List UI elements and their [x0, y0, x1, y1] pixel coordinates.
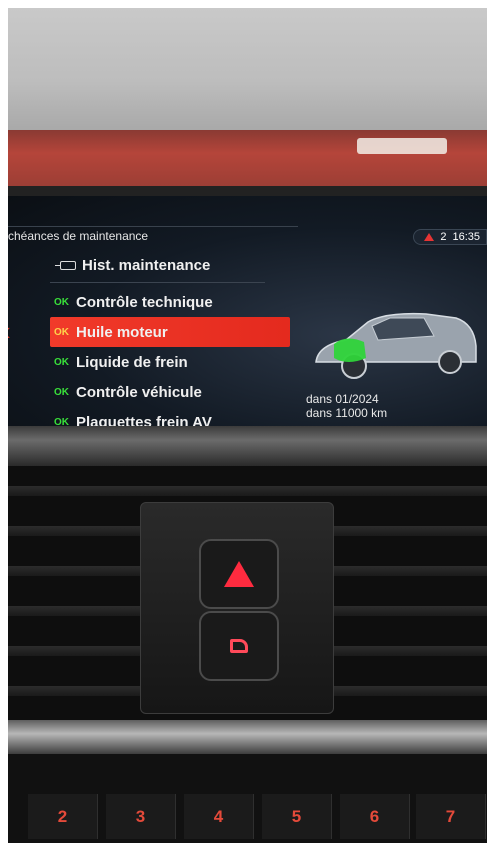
garage-light [357, 138, 447, 154]
screen-bezel [8, 426, 487, 466]
car-illustration-icon [315, 312, 477, 379]
menu-item-label: Huile moteur [76, 323, 168, 341]
menu-item-plaquettes-frein-av[interactable]: OK Plaquettes frein AV [50, 407, 290, 429]
ceiling [8, 8, 487, 130]
maintenance-detail: dans 01/2024 dans 11000 km [306, 392, 387, 420]
menu-item-hist-maintenance[interactable]: Hist. maintenance [50, 250, 290, 280]
due-distance: dans 11000 km [306, 406, 388, 420]
menu-item-label: Liquide de frein [76, 353, 188, 371]
preset-key-4[interactable]: 4 [184, 794, 254, 839]
menu-item-huile-moteur[interactable]: OK Huile moteur [50, 317, 290, 347]
door-lock-button[interactable] [199, 611, 279, 681]
title-divider [8, 226, 298, 227]
chevron-left-icon[interactable]: ‹ [8, 316, 11, 347]
due-date: dans 01/2024 [306, 392, 379, 406]
ok-badge: OK [54, 356, 69, 368]
menu-item-label: Hist. maintenance [82, 256, 211, 274]
menu-item-controle-vehicule[interactable]: OK Contrôle véhicule [50, 377, 290, 407]
ok-badge: OK [54, 386, 69, 398]
menu-item-controle-technique[interactable]: OK Contrôle technique [50, 287, 290, 317]
hazard-button[interactable] [199, 539, 279, 609]
maintenance-menu: Hist. maintenance OK Contrôle technique … [50, 250, 290, 428]
door-icon [230, 639, 248, 653]
preset-key-6[interactable]: 6 [340, 794, 410, 839]
status-bar: 2 16:35 [413, 229, 487, 245]
preset-key-7[interactable]: 7 [416, 794, 486, 839]
center-button-panel [140, 502, 334, 714]
preset-keys: 2 3 4 5 6 7 [8, 754, 487, 843]
menu-item-label: Contrôle véhicule [76, 383, 202, 401]
warning-icon [424, 233, 435, 241]
hazard-icon [224, 561, 254, 587]
ok-badge: OK [54, 326, 69, 338]
menu-divider [50, 282, 265, 283]
idrive-screen: chéances de maintenance 2 16:35 ‹ Hist. … [8, 196, 487, 428]
preset-key-2[interactable]: 2 [28, 794, 98, 839]
chrome-trim [8, 720, 487, 754]
menu-item-label: Contrôle technique [76, 293, 213, 311]
warning-count: 2 [440, 231, 447, 243]
preset-key-3[interactable]: 3 [106, 794, 176, 839]
clock: 16:35 [452, 231, 480, 243]
menu-item-liquide-de-frein[interactable]: OK Liquide de frein [50, 347, 290, 377]
preset-key-5[interactable]: 5 [262, 794, 332, 839]
ok-badge: OK [54, 296, 69, 308]
screen-title: chéances de maintenance [8, 229, 149, 243]
garage-background [8, 130, 487, 188]
car-history-icon [55, 260, 76, 270]
vent-slat [8, 486, 487, 496]
car-dashboard-photo: chéances de maintenance 2 16:35 ‹ Hist. … [8, 8, 487, 843]
